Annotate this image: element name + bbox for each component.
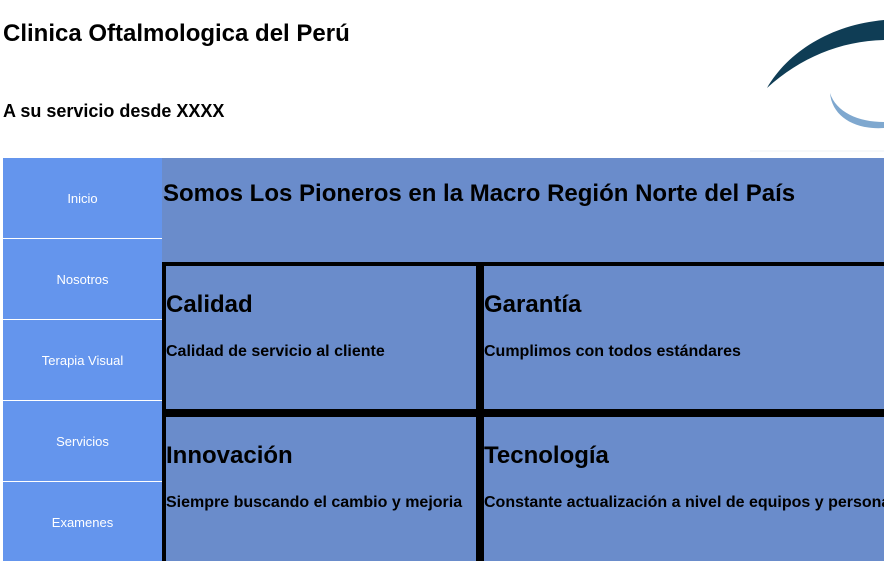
sidebar-item-label: Servicios — [56, 433, 109, 449]
sidebar-item-inicio[interactable]: Inicio — [3, 158, 162, 239]
feature-text: Siempre buscando el cambio y mejoria — [166, 494, 463, 511]
logo-light-arc — [830, 93, 884, 129]
feature-title: Garantía — [484, 291, 582, 318]
sidebar-item-label: Terapia Visual — [41, 352, 124, 368]
main-content: Somos Los Pioneros en la Macro Región No… — [162, 158, 884, 561]
features-grid: Calidad Calidad de servicio al cliente G… — [162, 262, 884, 561]
feature-text: Constante actualización a nivel de equip… — [484, 494, 884, 511]
feature-text: Cumplimos con todos estándares — [484, 343, 741, 360]
feature-title: Calidad — [166, 291, 253, 318]
site-subtitle: A su servicio desde XXXX — [3, 101, 225, 121]
feature-card-calidad: Calidad Calidad de servicio al cliente — [166, 266, 476, 409]
sidebar-item-label: Examenes — [51, 515, 114, 530]
feature-title: Tecnología — [484, 442, 609, 469]
sidebar-item-label: Nosotros — [56, 271, 109, 287]
feature-title: Innovación — [166, 442, 293, 469]
hero-heading: Somos Los Pioneros en la Macro Región No… — [163, 180, 796, 207]
logo-dark-arc — [767, 20, 884, 88]
feature-text: Calidad de servicio al cliente — [166, 343, 385, 360]
sidebar-item-terapia-visual[interactable]: Terapia Visual — [3, 320, 162, 401]
sidebar-item-label: Inicio — [67, 190, 98, 206]
sidebar-item-examenes[interactable]: Examenes — [3, 482, 162, 561]
page: Clinica Oftalmologica del Perú A su serv… — [0, 0, 884, 561]
site-title: Clinica Oftalmologica del Perú — [3, 20, 350, 47]
sidebar-nav: Inicio Nosotros Terapia Visual Servicios… — [3, 158, 162, 561]
feature-card-tecnologia: Tecnología Constante actualización a niv… — [484, 417, 884, 561]
sidebar-item-servicios[interactable]: Servicios — [3, 401, 162, 482]
eye-arc-logo — [750, 20, 884, 152]
feature-card-garantia: Garantía Cumplimos con todos estándares — [484, 266, 884, 409]
feature-card-innovacion: Innovación Siempre buscando el cambio y … — [166, 417, 476, 561]
sidebar-item-nosotros[interactable]: Nosotros — [3, 239, 162, 320]
